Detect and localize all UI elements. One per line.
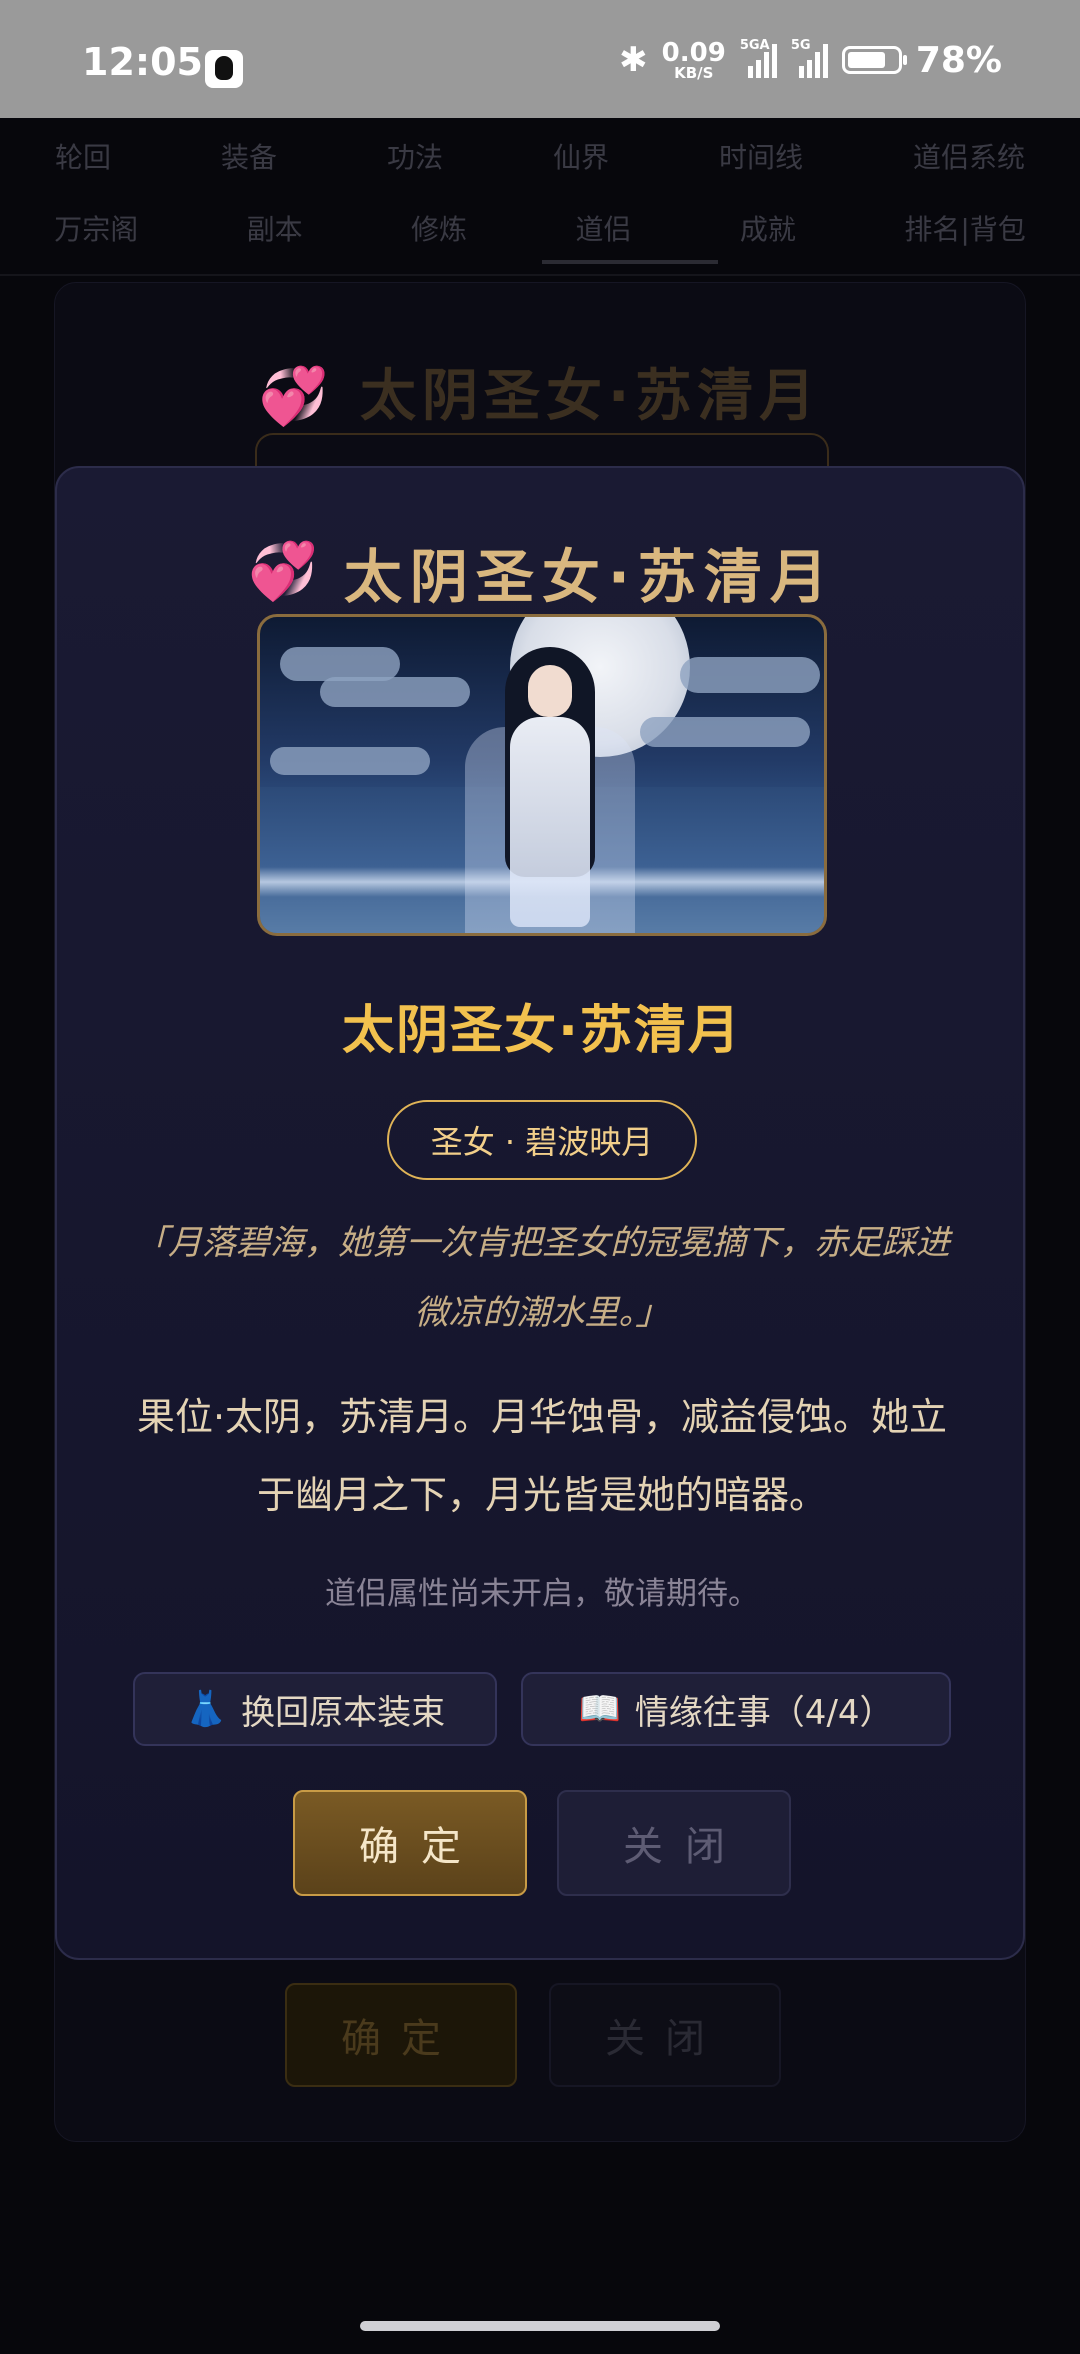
background-close-button: 关闭 [549, 1983, 781, 2087]
modal-title: 太阴圣女·苏清月 [343, 543, 836, 611]
romance-story-label: 情缘往事（4/4） [634, 1692, 894, 1733]
character-quote: 「月落碧海，她第一次肯把圣女的冠冕摘下，赤足踩进微凉的潮水里。」 [134, 1223, 950, 1333]
qq-icon [205, 50, 243, 88]
book-icon: 📖 [578, 1689, 621, 1729]
background-ok-button: 确定 [285, 1983, 517, 2087]
romance-story-button[interactable]: 📖 情缘往事（4/4） [521, 1672, 951, 1746]
background-card-title: 💞 太阴圣女·苏清月 [258, 364, 822, 429]
nav-item[interactable]: 副本 [247, 208, 303, 248]
network-speed: 0.09 KB/S [662, 40, 726, 81]
dress-icon: 👗 [184, 1689, 228, 1729]
character-body [510, 717, 590, 927]
home-indicator[interactable] [360, 2321, 720, 2331]
restore-outfit-label: 换回原本装束 [241, 1692, 446, 1733]
network-speed-value: 0.09 [661, 37, 726, 68]
companion-modal: 💞 太阴圣女·苏清月 太阴圣女·苏清月 圣女 · 碧波映月 「月落碧海，她第一次… [55, 466, 1025, 1960]
character-portrait [257, 614, 827, 936]
sim2-tag: 5G [790, 38, 811, 53]
status-icons: ✱ 0.09 KB/S 5GA 5G 78% [619, 38, 1002, 82]
nav-item[interactable]: 万宗阁 [54, 208, 138, 248]
modal-header: 💞 太阴圣女·苏清月 [57, 530, 1027, 614]
battery-percent: 78% [915, 39, 1002, 81]
confirm-button[interactable]: 确定 [293, 1790, 527, 1896]
status-bar: 12:05 ✱ 0.09 KB/S 5GA 5G 78% [0, 0, 1080, 118]
character-title-badge: 圣女 · 碧波映月 [387, 1100, 697, 1180]
nav-item[interactable]: 轮回 [55, 136, 111, 176]
sim1-tag: 5GA [739, 38, 770, 53]
nav-row-primary: 轮回 装备 功法 仙界 时间线 道侣系统 [0, 136, 1080, 176]
nav-item[interactable]: 装备 [221, 136, 277, 176]
status-time: 12:05 [82, 40, 203, 84]
nav-item-active[interactable]: 道侣 [575, 208, 631, 248]
signal-icon: 5G [791, 38, 828, 78]
nav-row-secondary: 万宗阁 副本 修炼 道侣 成就 排名|背包 [0, 208, 1080, 248]
attribute-note: 道侣属性尚未开启，敬请期待。 [325, 1576, 759, 1612]
character-face [528, 665, 572, 717]
nav-item[interactable]: 仙界 [553, 136, 609, 176]
bluetooth-icon: ✱ [619, 40, 648, 80]
nav-item[interactable]: 修炼 [411, 208, 467, 248]
signal-icon: 5GA [740, 38, 777, 78]
network-speed-unit: KB/S [674, 63, 714, 82]
nav-item[interactable]: 排名|背包 [904, 208, 1025, 248]
nav-item[interactable]: 道侣系统 [913, 136, 1025, 176]
active-tab-indicator [542, 260, 718, 264]
nav-divider [0, 274, 1080, 276]
nav-item[interactable]: 成就 [740, 208, 796, 248]
battery-icon [841, 46, 907, 74]
character-description: 果位·太阴，苏清月。月华蚀骨，减益侵蚀。她立于幽月之下，月光皆是她的暗器。 [136, 1395, 948, 1517]
nav-item[interactable]: 时间线 [719, 136, 803, 176]
close-button[interactable]: 关闭 [557, 1790, 791, 1896]
character-name: 太阴圣女·苏清月 [342, 1001, 742, 1061]
two-hearts-icon: 💞 [248, 539, 318, 604]
nav-item[interactable]: 功法 [387, 136, 443, 176]
restore-outfit-button[interactable]: 👗 换回原本装束 [133, 1672, 497, 1746]
